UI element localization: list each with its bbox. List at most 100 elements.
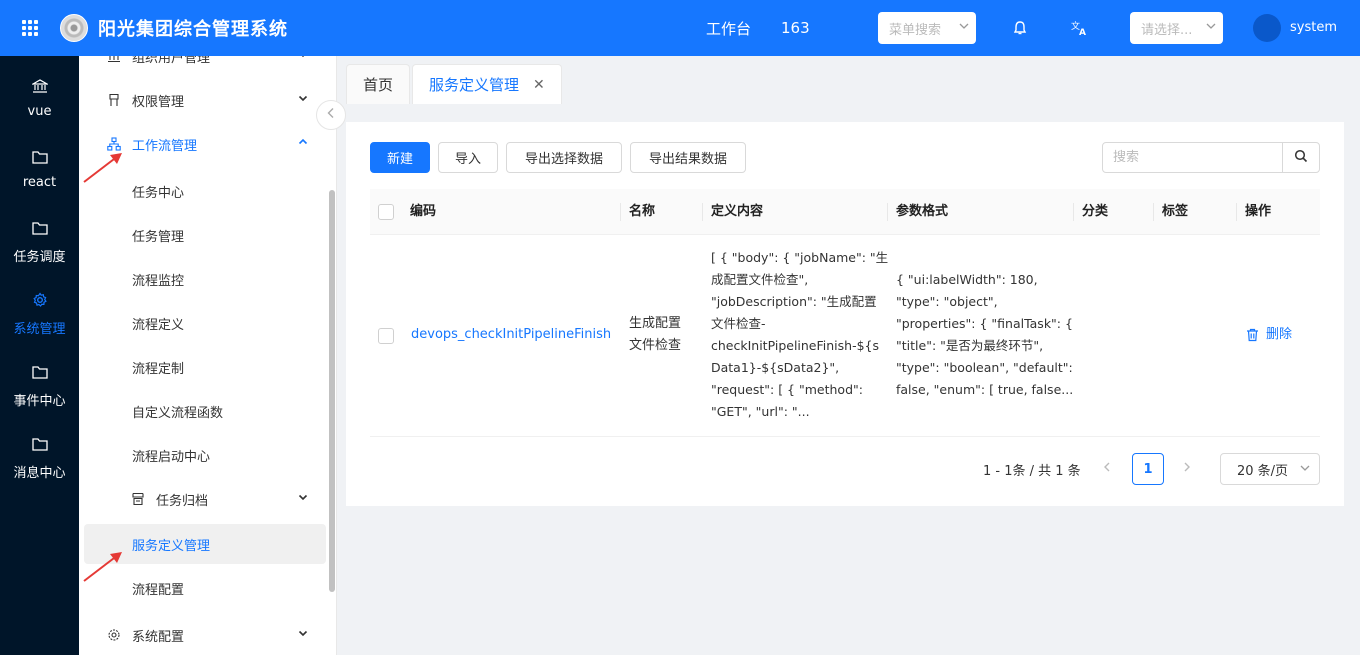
column-divider bbox=[702, 203, 703, 221]
sidebar-item-org-users[interactable]: 组织用户管理 bbox=[79, 56, 329, 76]
sidebar-item-label: 任务管理 bbox=[132, 229, 185, 245]
column-header: 定义内容 bbox=[711, 204, 764, 219]
tab-bar: 首页 服务定义管理 ✕ bbox=[346, 64, 564, 104]
page-1-button[interactable]: 1 bbox=[1132, 453, 1164, 485]
sidebar-item-task-management[interactable]: 任务管理 bbox=[79, 215, 329, 255]
column-divider bbox=[1236, 203, 1237, 221]
chevron-left-icon bbox=[326, 107, 336, 123]
collapse-sidebar-button[interactable] bbox=[316, 100, 346, 130]
content-card: 新建 导入 导出选择数据 导出结果数据 搜索 编码 名称 定义内容 参数格式 分… bbox=[346, 122, 1344, 506]
tab-label: 首页 bbox=[363, 76, 394, 94]
left-rail: vue react 任务调度 系统管理 事件中心 消息中心 bbox=[0, 56, 79, 655]
annotation-arrow bbox=[83, 153, 122, 183]
avatar[interactable] bbox=[1253, 14, 1281, 42]
org-select[interactable]: 请选择... bbox=[1130, 12, 1223, 44]
sidebar-item-label: 自定义流程函数 bbox=[132, 405, 224, 421]
import-button[interactable]: 导入 bbox=[438, 142, 498, 173]
trash-icon bbox=[1246, 328, 1259, 342]
sidebar-item-label: 流程定义 bbox=[132, 317, 185, 333]
org-select-placeholder: 请选择... bbox=[1141, 22, 1193, 38]
rail-label: 系统管理 bbox=[13, 322, 66, 337]
chevron-up-icon bbox=[297, 136, 309, 152]
sidebar-item-label: 服务定义管理 bbox=[132, 538, 211, 554]
row-definition-line: checkInitPipelineFinish-${s bbox=[711, 338, 880, 353]
bank-icon bbox=[31, 76, 48, 96]
sidebar-item-label: 组织用户管理 bbox=[132, 56, 211, 66]
chevron-down-icon bbox=[958, 20, 970, 35]
rail-item-task-scheduling[interactable]: 任务调度 bbox=[0, 218, 79, 265]
bell-icon[interactable] bbox=[1008, 16, 1032, 40]
menu-search-placeholder: 菜单搜索 bbox=[889, 22, 942, 38]
row-definition-line: "GET", "url": "... bbox=[711, 404, 810, 419]
tab-home[interactable]: 首页 bbox=[346, 64, 411, 104]
rail-item-vue[interactable]: vue bbox=[0, 76, 79, 119]
menu-search-select[interactable]: 菜单搜索 bbox=[878, 12, 976, 44]
rail-label: vue bbox=[27, 104, 52, 119]
column-divider bbox=[887, 203, 888, 221]
row-code-link[interactable]: devops_checkInitPipelineFinish bbox=[411, 324, 611, 346]
rail-item-message-center[interactable]: 消息中心 bbox=[0, 434, 79, 481]
row-name-cell: 生成配置 文件检查 bbox=[629, 313, 681, 357]
prev-page-icon[interactable] bbox=[1102, 461, 1112, 477]
new-button[interactable]: 新建 bbox=[370, 142, 430, 173]
sidebar-scrollbar[interactable] bbox=[329, 190, 335, 592]
row-params-line: "type": "object", bbox=[896, 294, 998, 309]
row-params-line: "properties": { "finalTask": { bbox=[896, 316, 1073, 331]
rail-item-react[interactable]: react bbox=[0, 147, 79, 190]
svg-text:A: A bbox=[1079, 28, 1086, 37]
table-row: devops_checkInitPipelineFinish 生成配置 文件检查… bbox=[370, 235, 1320, 437]
column-header: 参数格式 bbox=[896, 204, 949, 219]
bank-icon bbox=[107, 56, 123, 63]
close-icon[interactable]: ✕ bbox=[533, 77, 545, 93]
sidebar-item-process-monitor[interactable]: 流程监控 bbox=[79, 259, 329, 299]
rail-item-system-management[interactable]: 系统管理 bbox=[0, 290, 79, 337]
rail-label: 事件中心 bbox=[13, 394, 66, 409]
row-checkbox[interactable] bbox=[378, 328, 394, 344]
sidebar-item-process-definition[interactable]: 流程定义 bbox=[79, 303, 329, 343]
page-size-value: 20 条/页 bbox=[1237, 463, 1289, 479]
workbench-link[interactable]: 工作台 bbox=[706, 18, 751, 39]
select-all-checkbox[interactable] bbox=[378, 204, 394, 220]
search-box: 搜索 bbox=[1102, 142, 1320, 173]
folder-icon bbox=[31, 362, 48, 382]
gear-icon bbox=[107, 628, 123, 642]
next-page-icon[interactable] bbox=[1182, 461, 1192, 477]
column-divider bbox=[1153, 203, 1154, 221]
username[interactable]: system bbox=[1290, 20, 1337, 35]
row-name-line: 文件检查 bbox=[629, 338, 682, 353]
sidebar-item-label: 流程配置 bbox=[132, 582, 185, 598]
search-input[interactable]: 搜索 bbox=[1103, 143, 1282, 172]
sidebar-item-system-config[interactable]: 系统配置 bbox=[79, 615, 329, 655]
rail-item-event-center[interactable]: 事件中心 bbox=[0, 362, 79, 409]
export-selected-button[interactable]: 导出选择数据 bbox=[506, 142, 622, 173]
app-title: 阳光集团综合管理系统 bbox=[98, 19, 288, 40]
chevron-down-icon bbox=[297, 627, 309, 643]
sidebar-item-label: 任务中心 bbox=[132, 185, 185, 201]
export-result-button[interactable]: 导出结果数据 bbox=[630, 142, 746, 173]
translate-icon[interactable]: 文A bbox=[1067, 16, 1091, 40]
sidebar-item-custom-functions[interactable]: 自定义流程函数 bbox=[79, 391, 329, 431]
sidebar-item-process-customize[interactable]: 流程定制 bbox=[79, 347, 329, 387]
sidebar-item-label: 流程监控 bbox=[132, 273, 185, 289]
sidebar-item-label: 流程启动中心 bbox=[132, 449, 211, 465]
sidebar-item-process-launch[interactable]: 流程启动中心 bbox=[79, 435, 329, 475]
delete-button[interactable]: 删除 bbox=[1246, 324, 1292, 346]
rail-label: 任务调度 bbox=[13, 250, 66, 265]
chevron-down-icon bbox=[297, 92, 309, 108]
sidebar-item-task-archive[interactable]: 任务归档 bbox=[79, 479, 329, 519]
row-params-cell: { "ui:labelWidth": 180, "type": "object"… bbox=[896, 269, 1073, 401]
table-header: 编码 名称 定义内容 参数格式 分类 标签 操作 bbox=[370, 189, 1320, 235]
sidebar-item-permissions[interactable]: 权限管理 bbox=[79, 80, 329, 120]
page-size-select[interactable]: 20 条/页 bbox=[1220, 453, 1320, 485]
header-count[interactable]: 163 bbox=[781, 19, 810, 37]
tab-service-definition[interactable]: 服务定义管理 ✕ bbox=[412, 64, 562, 104]
column-divider bbox=[1073, 203, 1074, 221]
sidebar-item-label: 流程定制 bbox=[132, 361, 185, 377]
search-button[interactable] bbox=[1282, 143, 1319, 172]
delete-label: 删除 bbox=[1266, 327, 1293, 342]
sidebar-item-label: 系统配置 bbox=[132, 629, 185, 645]
row-params-line: "title": "是否为最终环节", bbox=[896, 338, 1044, 353]
row-definition-line: [ { "body": { "jobName": "生 bbox=[711, 250, 889, 265]
app-grid-icon[interactable] bbox=[0, 0, 60, 56]
chevron-down-icon bbox=[1299, 462, 1311, 478]
